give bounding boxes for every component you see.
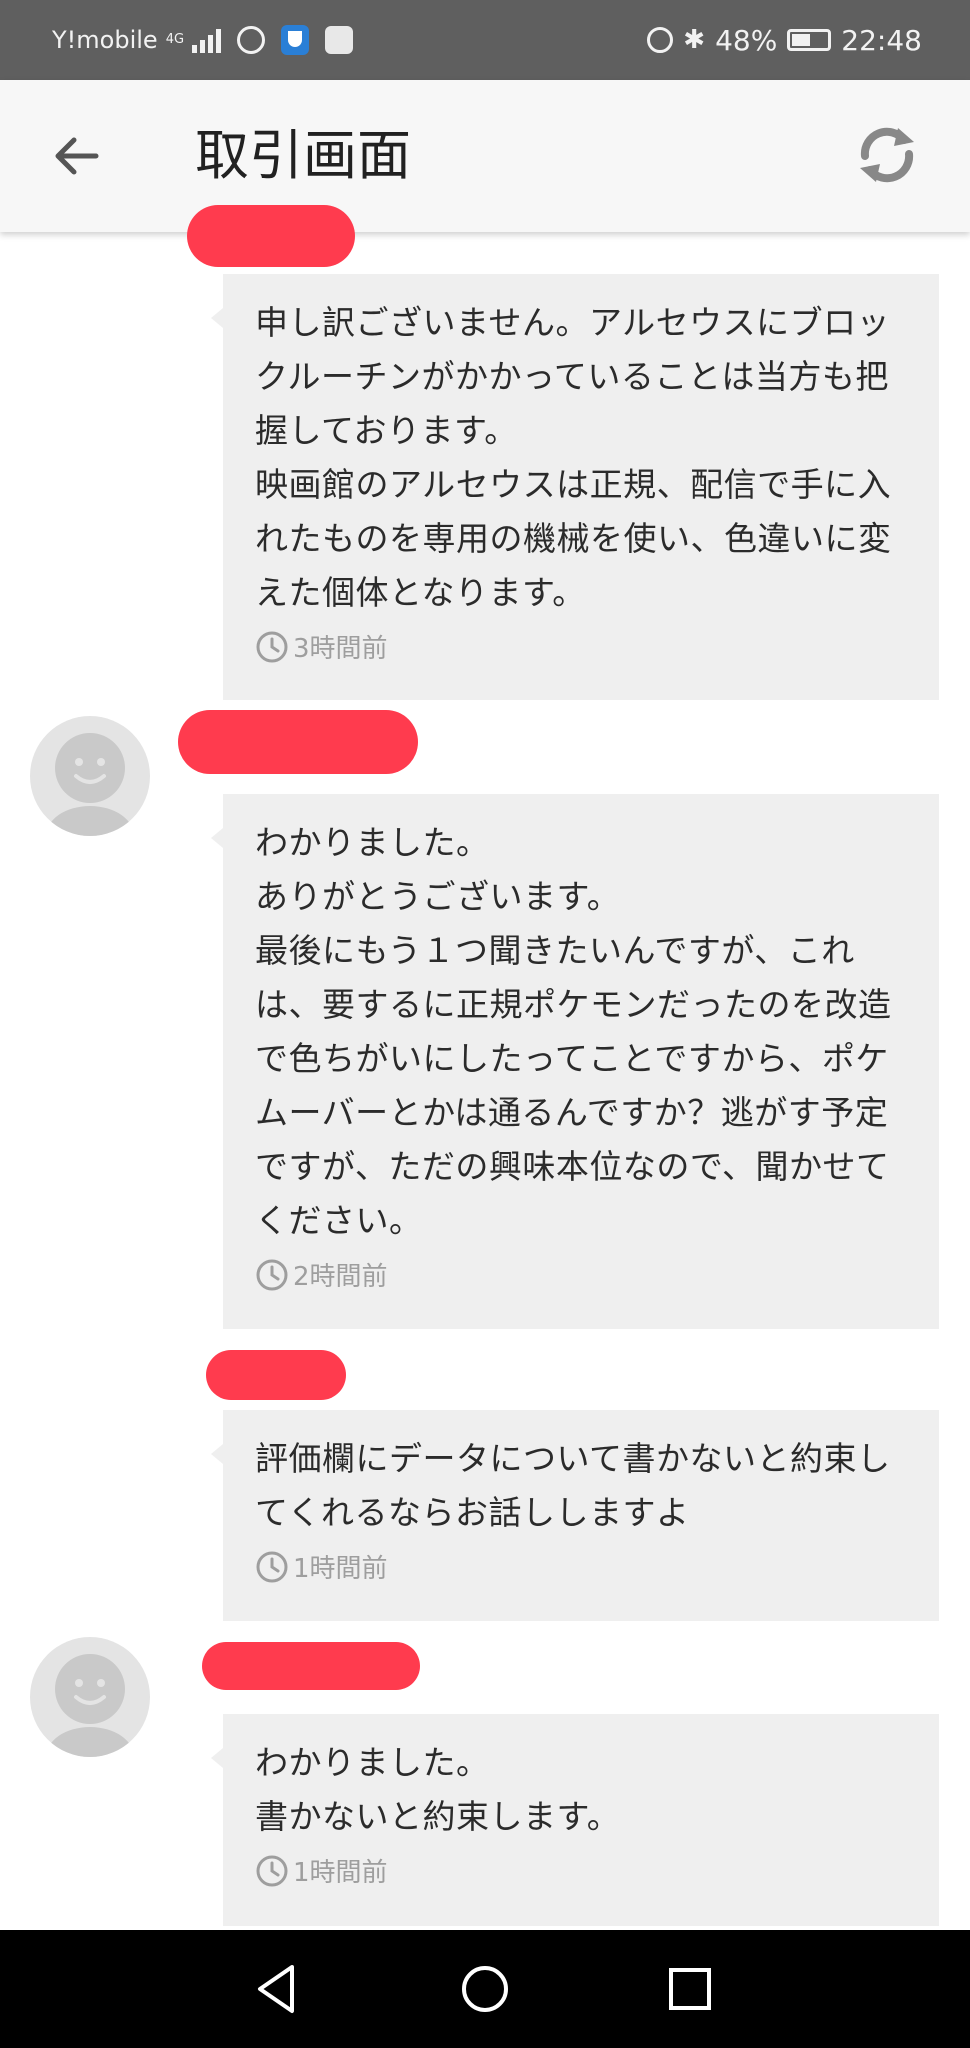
avatar[interactable] [30, 716, 150, 836]
clock-icon [256, 631, 288, 662]
clock-time: 22:48 [841, 23, 922, 57]
nav-home-button[interactable] [453, 1957, 517, 2021]
message-timestamp: 2時間前 [255, 1256, 909, 1293]
message-timestamp: 3時間前 [255, 628, 909, 665]
battery-level [792, 34, 810, 46]
redacted-username [202, 1642, 420, 1690]
avatar[interactable] [30, 1637, 150, 1757]
arrow-left-icon [55, 137, 99, 175]
timestamp-label: 1時間前 [293, 1858, 388, 1888]
message-bubble: わかりました。 書かないと約束します。 1時間前 [211, 1714, 939, 1926]
back-button[interactable] [48, 126, 108, 186]
page-title: 取引画面 [195, 124, 411, 187]
redacted-username [187, 205, 355, 267]
app-header: 取引画面 [0, 80, 970, 232]
network-type: 4G [165, 32, 185, 47]
home-circle-icon [462, 1966, 508, 2012]
battery-percent: 48% [715, 23, 778, 57]
timestamp-label: 3時間前 [293, 634, 388, 664]
message-bubble: わかりました。 ありがとうございます。 最後にもう１つ聞きたいんですが、これは、… [211, 794, 939, 1329]
nav-recents-button[interactable] [658, 1957, 722, 2021]
message-text: わかりました。 ありがとうございます。 最後にもう１つ聞きたいんですが、これは、… [255, 823, 892, 1240]
message-timestamp: 1時間前 [255, 1548, 909, 1585]
message-text: 申し訳ございません。アルセウスにブロックルーチンがかかっていることは当方も把握し… [255, 303, 892, 612]
clock-icon [256, 1855, 288, 1886]
system-nav-bar [0, 1930, 970, 2048]
message-bubble: 評価欄にデータについて書かないと約束してくれるならお話ししますよ 1時間前 [211, 1410, 939, 1621]
user-avatar-icon [46, 733, 134, 836]
refresh-button[interactable] [852, 120, 922, 190]
refresh-icon [860, 127, 914, 183]
shield-icon [281, 25, 310, 55]
back-triangle-icon [258, 1965, 294, 2013]
cube-icon [325, 26, 354, 54]
status-bar: Y!mobile 4G ✱ 48% 22:48 [0, 0, 970, 80]
battery-icon [787, 29, 832, 51]
message-text: わかりました。 書かないと約束します。 [255, 1743, 621, 1836]
status-bar-right: ✱ 48% 22:48 [647, 0, 922, 80]
redacted-username [178, 710, 418, 774]
message-text: 評価欄にデータについて書かないと約束してくれるならお話ししますよ [255, 1439, 891, 1532]
timestamp-label: 2時間前 [293, 1262, 388, 1292]
signal-icon [192, 27, 222, 53]
timestamp-label: 1時間前 [293, 1554, 388, 1584]
status-bar-left: Y!mobile 4G [52, 0, 354, 80]
app-icon [237, 26, 266, 54]
clock-icon [256, 1259, 288, 1290]
recents-square-icon [669, 1968, 711, 2010]
clock-icon [256, 1551, 288, 1582]
carrier-label: Y!mobile [52, 26, 158, 54]
alarm-icon [647, 27, 674, 53]
message-bubble: 申し訳ございません。アルセウスにブロックルーチンがかかっていることは当方も把握し… [211, 274, 939, 700]
redacted-username [206, 1350, 346, 1400]
user-avatar-icon [46, 1654, 134, 1757]
nav-back-button[interactable] [246, 1957, 310, 2021]
bluetooth-icon: ✱ [683, 25, 706, 55]
message-timestamp: 1時間前 [255, 1852, 909, 1889]
